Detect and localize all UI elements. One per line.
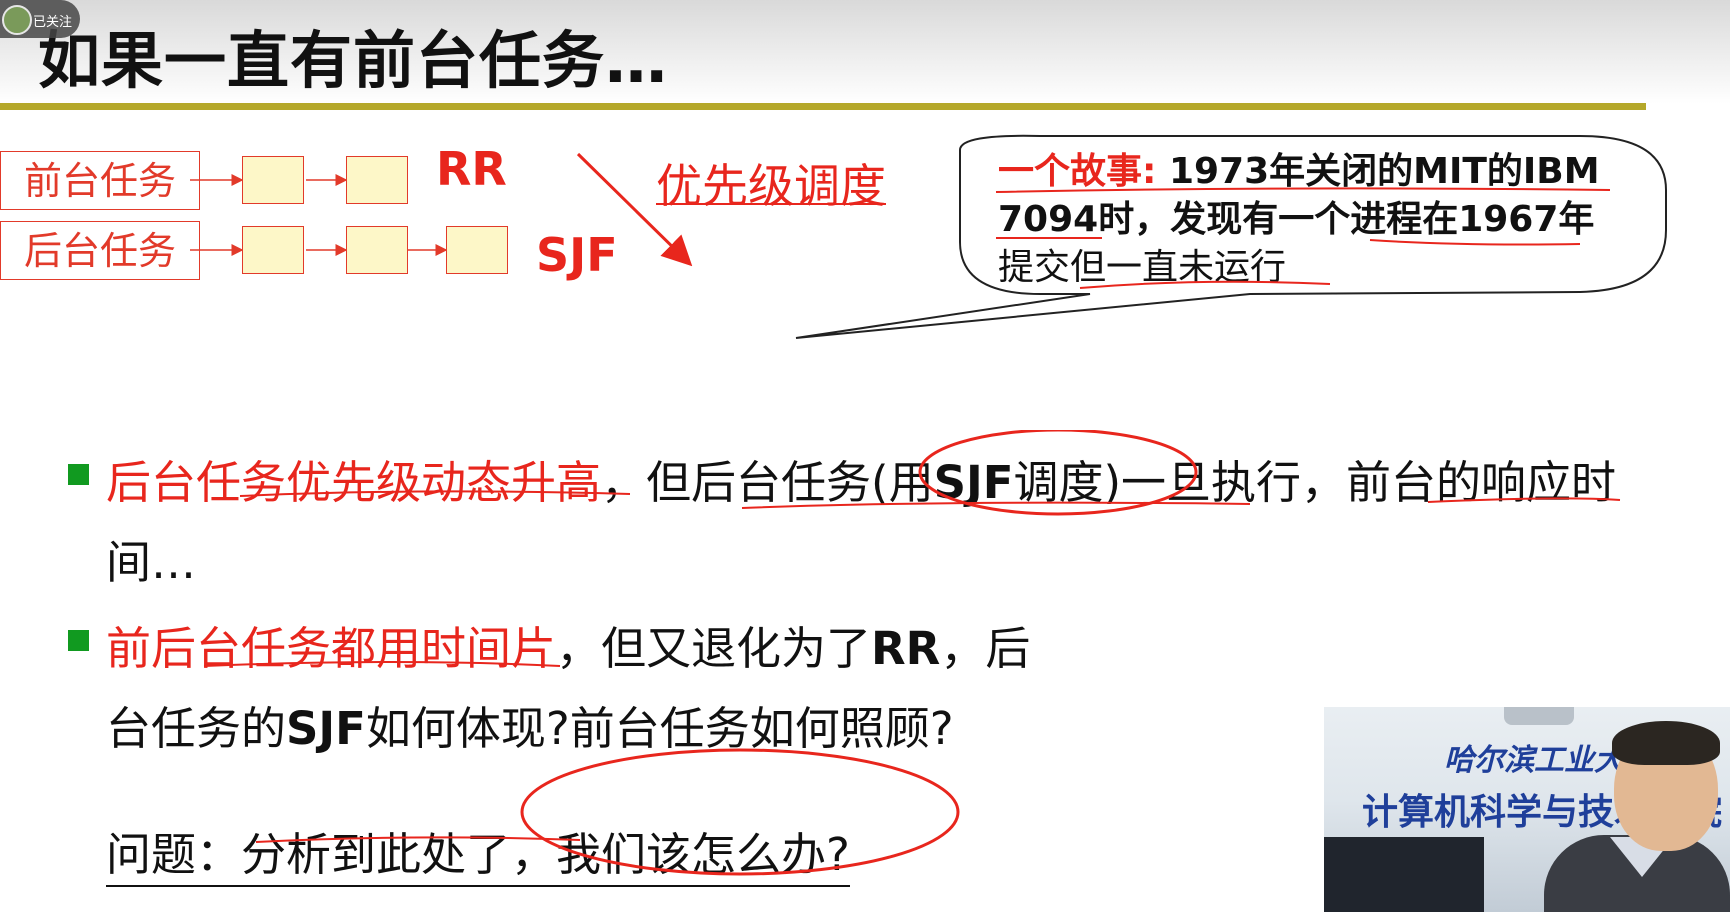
story-annotations xyxy=(995,187,1611,289)
avatar xyxy=(2,5,32,35)
follow-label: 已关注 xyxy=(33,15,73,30)
speaker-hair xyxy=(1612,721,1720,765)
rr-label: RR xyxy=(436,142,507,196)
school-sign: 哈尔滨工业大 xyxy=(1444,743,1624,778)
foreground-task-box xyxy=(242,156,304,204)
monitor xyxy=(1324,837,1484,912)
background-task-box xyxy=(446,226,508,274)
background-task-box xyxy=(242,226,304,274)
background-task-box xyxy=(346,226,408,274)
webcam-video: 哈尔滨工业大 计算机科学与技术学院 xyxy=(1324,707,1730,912)
foreground-task-box xyxy=(346,156,408,204)
slide-title: 如果一直有前台任务… xyxy=(38,24,669,97)
title-divider xyxy=(0,103,1646,110)
follow-button[interactable]: 已关注 xyxy=(0,0,80,38)
school-crest xyxy=(1504,707,1574,725)
